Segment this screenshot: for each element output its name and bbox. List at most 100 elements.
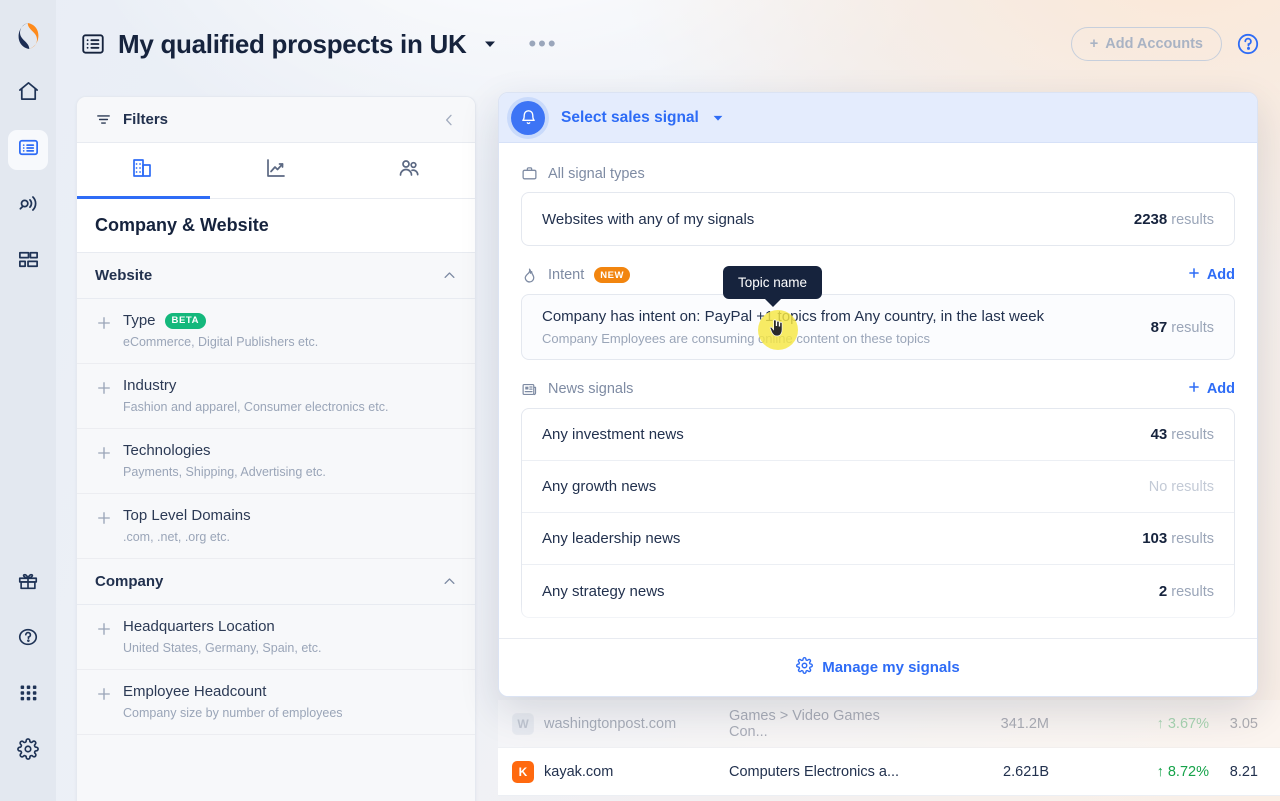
signal-row-subtitle: Company Employees are consuming online c…: [542, 331, 1131, 346]
signal-section-title: News signals: [548, 381, 633, 397]
tab-audience[interactable]: [342, 143, 475, 198]
filter-row-content: TypeBETAeCommerce, Digital Publishers et…: [123, 312, 457, 349]
gear-icon: [17, 738, 39, 765]
tab-company-website[interactable]: [77, 143, 210, 198]
signal-section-title: All signal types: [548, 166, 645, 182]
more-options-button[interactable]: •••: [528, 39, 557, 49]
new-badge: NEW: [594, 267, 630, 283]
add-filter-plus-icon[interactable]: [95, 379, 113, 397]
filter-row[interactable]: TypeBETAeCommerce, Digital Publishers et…: [77, 299, 475, 364]
select-sales-signal-header[interactable]: Select sales signal: [499, 93, 1257, 143]
add-signal-button-intent[interactable]: Add: [1187, 266, 1235, 284]
newspaper-icon: [521, 381, 538, 398]
filters-collapse-chevron-left-icon[interactable]: [441, 112, 457, 128]
beta-badge: BETA: [165, 313, 207, 329]
sidebar-item-settings[interactable]: [8, 731, 48, 771]
add-accounts-button[interactable]: + Add Accounts: [1071, 27, 1222, 61]
sidebar-item-help[interactable]: [8, 619, 48, 659]
top-header: My qualified prospects in UK ••• + Add A…: [56, 0, 1280, 88]
signal-row[interactable]: Websites with any of my signals 2238 resu…: [522, 193, 1234, 245]
filter-groups-container: WebsiteTypeBETAeCommerce, Digital Publis…: [77, 253, 475, 735]
signal-row-texts: Websites with any of my signals: [542, 211, 1114, 228]
signal-row[interactable]: Any leadership news103 results: [522, 513, 1234, 565]
favicon: K: [512, 761, 534, 783]
filter-row[interactable]: Headquarters Location United States, Germ…: [77, 605, 475, 670]
list-icon: [17, 136, 40, 164]
filters-section-header: Company & Website: [77, 199, 475, 253]
sidebar-item-lists[interactable]: [8, 130, 48, 170]
tab-trends[interactable]: [210, 143, 343, 198]
signal-row-results: 2238 results: [1134, 211, 1214, 228]
signal-row-results: 87 results: [1151, 319, 1214, 336]
filter-row[interactable]: IndustryFashion and apparel, Consumer el…: [77, 364, 475, 429]
add-signal-label: Add: [1207, 381, 1235, 397]
dashboard-icon: [17, 248, 40, 276]
filter-row-content: TechnologiesPayments, Shipping, Advertis…: [123, 442, 457, 479]
filter-row-title: Top Level Domains: [123, 507, 251, 524]
filter-row-title-line: Technologies: [123, 442, 457, 459]
table-cell-visits: 2.621B: [919, 764, 1049, 780]
add-signal-button-news-signals[interactable]: Add: [1187, 380, 1235, 398]
filter-row[interactable]: Top Level Domains.com, .net, .org etc.: [77, 494, 475, 559]
signal-row-title: Any leadership news: [542, 530, 1122, 547]
filter-row-content: Employee HeadcountCompany size by number…: [123, 683, 457, 720]
signal-row-title: Any investment news: [542, 426, 1131, 443]
add-filter-plus-icon[interactable]: [95, 509, 113, 527]
table-row[interactable]: Kkayak.comComputers Electronics a...2.62…: [498, 748, 1280, 796]
signal-row-title: Websites with any of my signals: [542, 211, 1114, 228]
briefcase-icon: [521, 165, 538, 182]
signal-no-results: No results: [1149, 479, 1214, 495]
filter-row[interactable]: TechnologiesPayments, Shipping, Advertis…: [77, 429, 475, 494]
table-cell-domain[interactable]: washingtonpost.com: [544, 716, 729, 732]
signal-row[interactable]: Any growth news No results: [522, 461, 1234, 513]
add-filter-plus-icon[interactable]: [95, 620, 113, 638]
add-filter-plus-icon[interactable]: [95, 444, 113, 462]
add-filter-plus-icon[interactable]: [95, 314, 113, 332]
filter-row-title-line: Headquarters Location: [123, 618, 457, 635]
signal-panel-body: All signal types Websites with any of my …: [499, 143, 1257, 638]
sidebar-item-apps[interactable]: [8, 675, 48, 715]
similarweb-logo[interactable]: [10, 18, 46, 54]
add-filter-plus-icon[interactable]: [95, 685, 113, 703]
sidebar-item-home[interactable]: [8, 74, 48, 114]
help-question-circle-icon[interactable]: [1236, 32, 1260, 56]
filter-group-name: Website: [95, 267, 152, 284]
signal-row-texts: Any strategy news: [542, 583, 1139, 600]
table-row[interactable]: Wwashingtonpost.comGames > Video Games C…: [498, 700, 1280, 748]
signal-row-texts: Any leadership news: [542, 530, 1122, 547]
filter-group-header-website[interactable]: Website: [77, 253, 475, 299]
results-table: Wwashingtonpost.comGames > Video Games C…: [498, 700, 1280, 801]
filter-icon: [95, 111, 112, 128]
signal-row-texts: Any growth news: [542, 478, 1129, 495]
signal-row[interactable]: Company has intent on: PayPal +1 topics …: [522, 295, 1234, 359]
sidebar-item-dashboards[interactable]: [8, 242, 48, 282]
chevron-up-icon[interactable]: [442, 268, 457, 283]
gift-icon: [17, 570, 39, 597]
page-title-list-icon: [80, 31, 106, 57]
filter-group-header-company[interactable]: Company: [77, 559, 475, 605]
filter-row-subtitle: Company size by number of employees: [123, 706, 457, 720]
filters-tabs: [77, 143, 475, 199]
grid-apps-icon: [18, 682, 39, 708]
people-icon: [397, 156, 421, 185]
filter-row-subtitle: United States, Germany, Spain, etc.: [123, 641, 457, 655]
filter-row-title: Technologies: [123, 442, 211, 459]
signal-row[interactable]: Any investment news43 results: [522, 409, 1234, 461]
add-signal-label: Add: [1207, 267, 1235, 283]
header-actions: + Add Accounts: [1071, 27, 1260, 61]
signal-icon: [17, 192, 40, 220]
page-title-chevron-down-icon[interactable]: [482, 36, 498, 52]
sidebar-item-sales-signals[interactable]: [8, 186, 48, 226]
signal-row-results: No results: [1149, 479, 1214, 495]
signal-row[interactable]: Any strategy news2 results: [522, 565, 1234, 617]
table-cell-domain[interactable]: kayak.com: [544, 764, 729, 780]
manage-my-signals-button[interactable]: Manage my signals: [499, 638, 1257, 696]
filter-row-title: Type: [123, 312, 156, 329]
plus-icon: [1187, 380, 1201, 398]
home-icon: [17, 80, 40, 108]
signal-result-word: results: [1171, 584, 1214, 600]
sidebar-item-rewards[interactable]: [8, 563, 48, 603]
chevron-up-icon[interactable]: [442, 574, 457, 589]
filter-row[interactable]: Employee HeadcountCompany size by number…: [77, 670, 475, 735]
select-sales-signal-chevron-down-icon[interactable]: [711, 111, 725, 125]
